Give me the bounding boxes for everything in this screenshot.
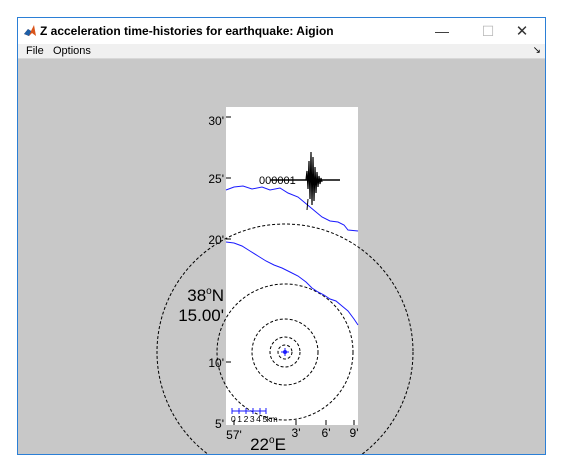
menu-bar: File Options ↘ [18,44,545,59]
lat-center-hemi: N [212,286,224,305]
figure-window: Z acceleration time-histories for earthq… [17,17,546,455]
lat-tick-25: 25' [208,172,224,186]
matlab-app-icon [23,24,37,38]
lat-tick-20: 20' [208,233,224,247]
lat-center-deg: 38 [187,286,206,305]
title-bar[interactable]: Z acceleration time-histories for earthq… [18,18,545,44]
minimize-button[interactable]: — [419,18,465,44]
lat-tick-10: 10' [208,356,224,370]
map-axes [226,107,358,425]
lat-tick-5: 5' [215,417,224,431]
station-label: 000001 [259,175,296,187]
lon-tick-3: 3' [292,426,301,440]
lon-center-hemi: E [275,435,286,454]
menu-options[interactable]: Options [53,44,91,58]
close-button[interactable]: ✕ [499,18,545,44]
menu-file[interactable]: File [26,44,44,58]
lon-tick-9: 9' [350,426,359,440]
scale-label: 0 1 2 3 4 5km [231,414,278,424]
lat-center-min: 15.00' [178,306,224,325]
close-icon: ✕ [515,23,529,40]
lon-center-deg: 22 [250,435,269,454]
lon-center-label: 22oE [250,435,286,454]
lat-tick-30: 30' [208,114,224,128]
maximize-icon: ☐ [481,22,495,39]
lon-tick-57: 57' [226,428,242,442]
window-title: Z acceleration time-histories for earthq… [40,24,334,38]
dock-figure-icon[interactable]: ↘ [533,44,541,58]
map-figure: 30' 25' 20' 10' 5' 38oN 15.00' 57' 3' 6'… [156,107,414,454]
lon-tick-6: 6' [322,426,331,440]
lat-center-label: 38oN [187,286,224,305]
minimize-icon: — [435,23,449,39]
